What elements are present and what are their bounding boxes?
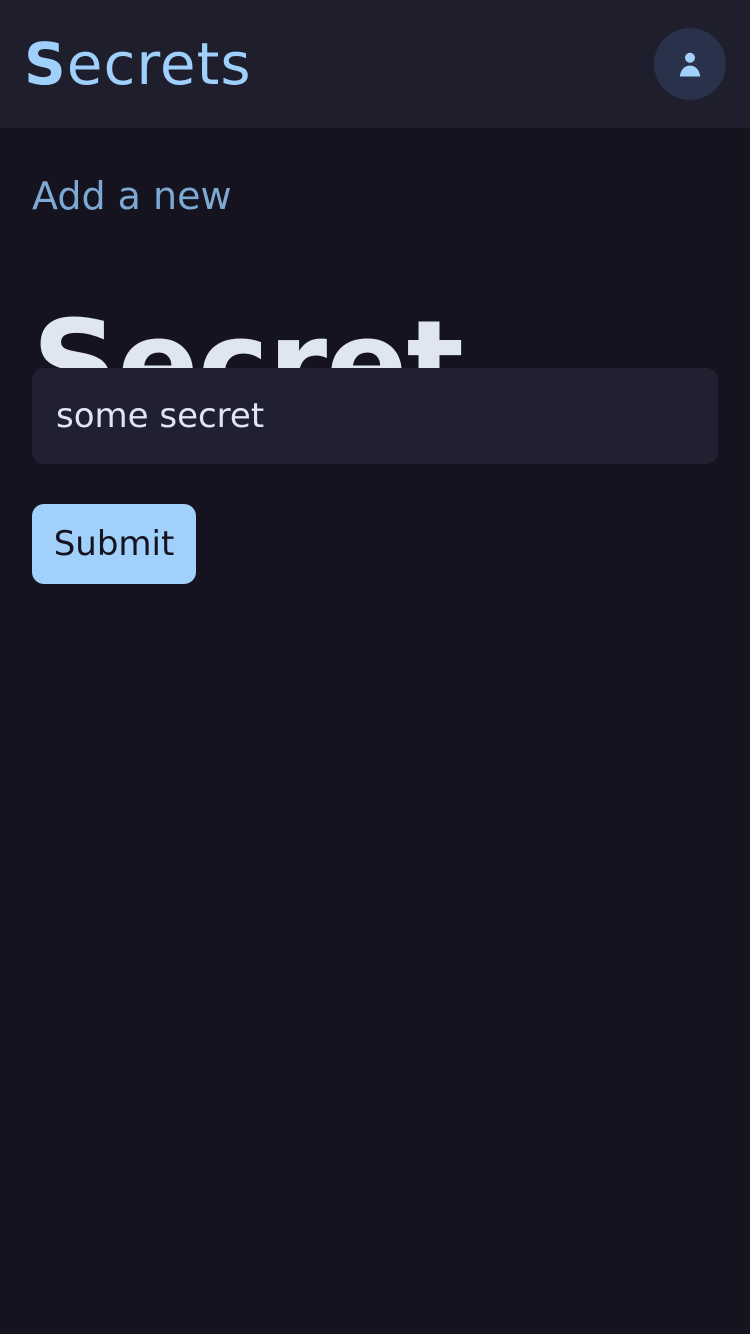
profile-button[interactable] <box>654 28 726 100</box>
secret-input[interactable] <box>32 368 718 464</box>
app-logo-text: ecrets <box>66 30 252 98</box>
app-logo-initial: S <box>24 30 67 98</box>
app-logo: Secrets <box>24 28 252 100</box>
form-eyebrow: Add a new <box>32 174 232 218</box>
top-app-bar: Secrets <box>0 0 750 128</box>
user-icon <box>679 52 701 77</box>
submit-button[interactable]: Submit <box>32 504 196 584</box>
